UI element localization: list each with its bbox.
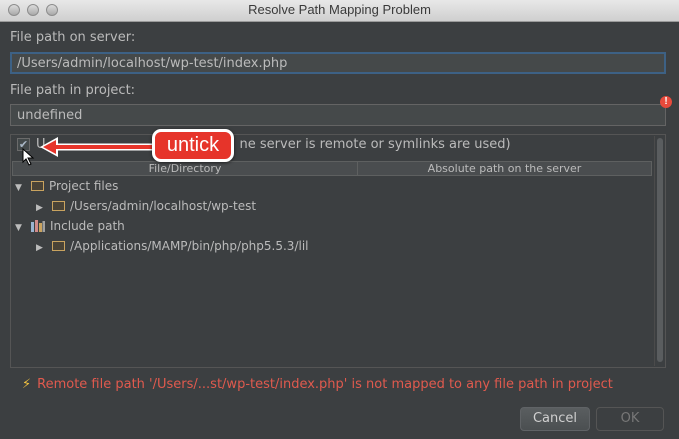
column-header-file-directory[interactable]: File/Directory <box>12 161 358 176</box>
column-header-server-path[interactable]: Absolute path on the server <box>357 161 652 176</box>
lightning-icon: ⚡ <box>22 377 32 392</box>
library-icon <box>31 220 45 232</box>
collapsed-arrow-icon[interactable]: ▶ <box>36 199 46 217</box>
project-path-field[interactable]: undefined <box>10 104 666 126</box>
warning-text: Remote file path '/Users/...st/wp-test/i… <box>37 377 613 392</box>
tree-item-include-path[interactable]: ▼ Include path <box>15 217 125 235</box>
folder-icon <box>31 181 44 191</box>
folder-icon <box>52 201 65 211</box>
tree-item-project-files[interactable]: ▼ Project files <box>15 177 118 195</box>
project-path-label: File path in project: <box>10 83 136 98</box>
expanded-arrow-icon[interactable]: ▼ <box>15 179 25 197</box>
checkbox-label-end: ne server is remote or symlinks are used… <box>239 137 511 152</box>
folder-icon <box>52 241 65 251</box>
annotation-arrow <box>40 137 156 157</box>
cancel-button[interactable]: Cancel <box>520 407 590 431</box>
annotation-callout: untick <box>152 129 234 162</box>
scrollbar-thumb[interactable] <box>657 138 663 362</box>
tree-item-php-include[interactable]: ▶ /Applications/MAMP/bin/php/php5.5.3/lil <box>36 237 308 255</box>
vertical-scrollbar[interactable] <box>654 136 665 366</box>
warning-message: ⚡ Remote file path '/Users/...st/wp-test/… <box>22 377 613 392</box>
server-path-label: File path on server: <box>10 30 136 45</box>
server-path-field[interactable]: /Users/admin/localhost/wp-test/index.php <box>10 52 666 74</box>
tree-item-label: Project files <box>49 179 119 193</box>
mouse-cursor-icon <box>22 148 35 166</box>
error-icon: ! <box>660 96 672 108</box>
title-bar: Resolve Path Mapping Problem <box>0 0 679 22</box>
tree-item-wp-test[interactable]: ▶ /Users/admin/localhost/wp-test <box>36 197 256 215</box>
collapsed-arrow-icon[interactable]: ▶ <box>36 239 46 257</box>
window-title: Resolve Path Mapping Problem <box>248 2 431 17</box>
ok-button[interactable]: OK <box>596 407 664 431</box>
tree-item-label: /Users/admin/localhost/wp-test <box>70 199 257 213</box>
expanded-arrow-icon[interactable]: ▼ <box>15 219 25 237</box>
tree-item-label: /Applications/MAMP/bin/php/php5.5.3/lil <box>70 239 309 253</box>
tree-item-label: Include path <box>50 219 125 233</box>
